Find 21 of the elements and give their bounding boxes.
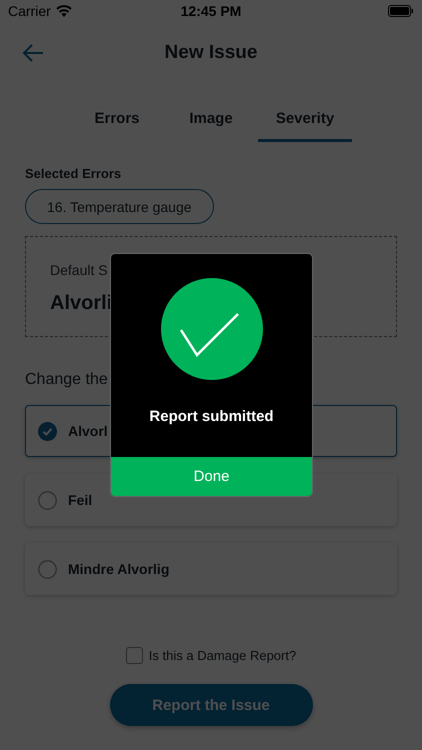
wifi-icon bbox=[56, 5, 72, 17]
tab[interactable]: Errors bbox=[70, 104, 164, 142]
carrier-label: Carrier bbox=[8, 3, 51, 19]
report-button[interactable]: Report the Issue bbox=[110, 684, 312, 726]
screen-title: New Issue bbox=[164, 42, 258, 64]
panel-label: Default S bbox=[50, 262, 109, 278]
checkbox[interactable] bbox=[126, 647, 143, 664]
error-chip: 16. Temperature gauge bbox=[25, 189, 214, 224]
dialog-message: Report submitted bbox=[149, 408, 274, 425]
section-label: Selected Errors bbox=[25, 166, 122, 181]
clock-time: 12:45 PM bbox=[180, 3, 242, 19]
back-button[interactable] bbox=[22, 43, 44, 63]
tab[interactable]: Severity bbox=[258, 104, 352, 142]
section-label: Change the bbox=[25, 371, 109, 389]
checkbox-label: Is this a Damage Report? bbox=[148, 648, 296, 663]
battery-icon bbox=[388, 5, 414, 17]
severity-option[interactable]: Mindre Alvorlig bbox=[25, 543, 397, 595]
severity-value: Alvorli bbox=[50, 292, 114, 315]
checkmark-icon bbox=[160, 278, 262, 380]
tab[interactable]: Image bbox=[164, 104, 258, 142]
done-button[interactable]: Done bbox=[111, 457, 312, 496]
